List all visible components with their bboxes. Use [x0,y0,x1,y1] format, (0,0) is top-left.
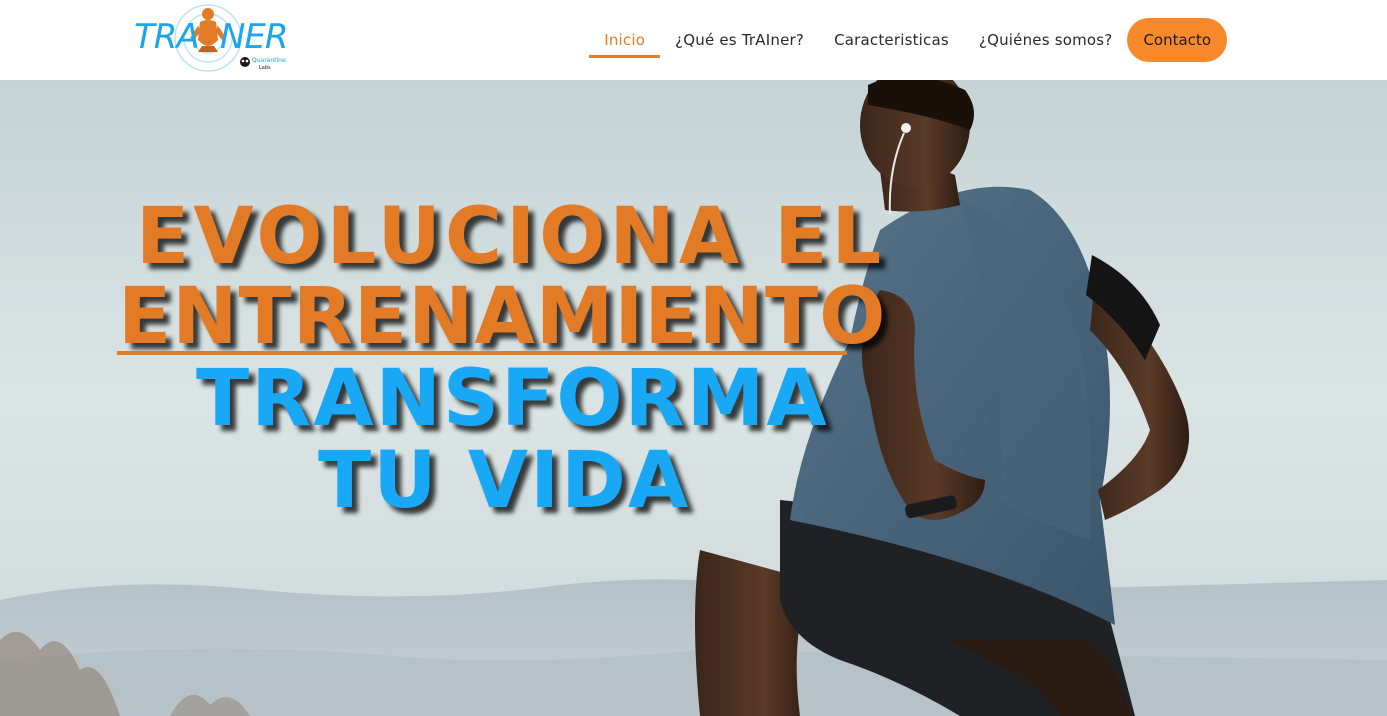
headline-line-tu-vida: TU VIDA [318,436,691,526]
svg-text:NER: NER [220,17,288,57]
headline-line-entrenamiento: ENTRENAMIENTO [118,272,887,362]
svg-text:TRA: TRA [134,17,199,57]
brand-logo[interactable]: TRA NER Quarantine Labs [132,2,294,74]
site-header: TRA NER Quarantine Labs Inicio ¿Qué es T… [0,0,1387,80]
nav-item-quienes-somos[interactable]: ¿Quiénes somos? [964,0,1128,80]
main-nav: Inicio ¿Qué es TrAIner? Caracteristicas … [589,0,1227,80]
hero-headline: EVOLUCIONA EL ENTRENAMIENTO TRANSFORMA T… [0,80,1387,716]
svg-text:Quarantine: Quarantine [252,57,286,64]
trainer-logo-icon: TRA NER Quarantine Labs [134,4,289,72]
nav-item-que-es-trainer[interactable]: ¿Qué es TrAIner? [660,0,819,80]
headline-line-transforma: TRANSFORMA [196,354,829,444]
contact-button[interactable]: Contacto [1127,18,1227,62]
hero-section: EVOLUCIONA EL ENTRENAMIENTO TRANSFORMA T… [0,80,1387,716]
nav-item-caracteristicas[interactable]: Caracteristicas [819,0,964,80]
headline-line-evoluciona: EVOLUCIONA EL [136,192,886,282]
svg-text:Labs: Labs [259,65,271,71]
nav-item-inicio[interactable]: Inicio [589,0,660,80]
